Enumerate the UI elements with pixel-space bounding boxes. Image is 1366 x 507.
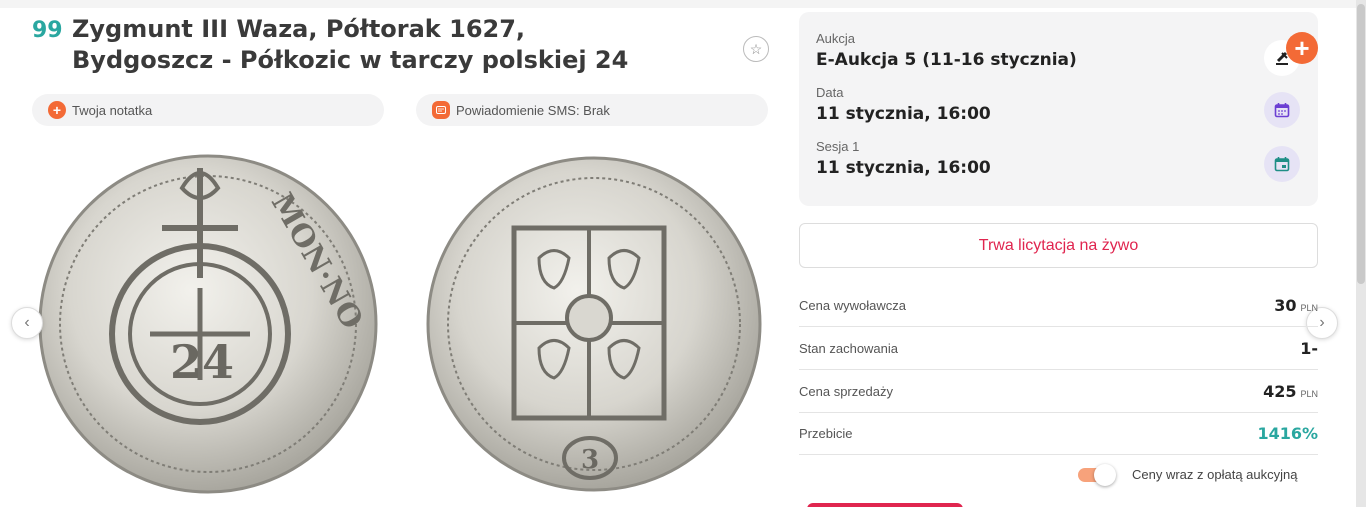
- value-text: 425: [1263, 381, 1297, 401]
- live-bidding-button[interactable]: Trwa licytacja na żywo: [799, 223, 1318, 268]
- row-label: Cena wywoławcza: [799, 297, 906, 313]
- coin-obverse-image[interactable]: 24 MON·NO: [32, 148, 384, 500]
- plus-icon: +: [1294, 33, 1310, 63]
- top-divider: [0, 0, 1366, 8]
- sms-notification-button[interactable]: Powiadomienie SMS: Brak: [416, 94, 768, 126]
- lot-title: Zygmunt III Waza, Półtorak 1627, Bydgosz…: [72, 14, 672, 76]
- condition-row: Stan zachowania 1-: [799, 327, 1318, 370]
- favorite-star-button[interactable]: ☆: [743, 36, 769, 62]
- note-button[interactable]: + Twoja notatka: [32, 94, 384, 126]
- session-value: 11 stycznia, 16:00: [816, 158, 991, 178]
- note-label: Twoja notatka: [72, 102, 153, 118]
- currency-unit: PLN: [1300, 302, 1318, 313]
- star-icon: ☆: [749, 40, 763, 57]
- prev-lot-button[interactable]: ‹: [11, 307, 43, 339]
- lot-title-line1: Zygmunt III Waza, Półtorak 1627,: [72, 15, 526, 43]
- scrollbar-thumb[interactable]: [1357, 4, 1365, 284]
- date-value: 11 stycznia, 16:00: [816, 104, 991, 124]
- row-label: Cena sprzedaży: [799, 383, 893, 399]
- sale-price-row: Cena sprzedaży 425 PLN: [799, 370, 1318, 413]
- chevron-right-icon: ›: [1319, 314, 1325, 331]
- row-label: Przebicie: [799, 425, 853, 441]
- row-value: 1-: [1300, 338, 1318, 358]
- row-value: 425 PLN: [1263, 382, 1318, 401]
- svg-text:3: 3: [581, 445, 599, 475]
- auction-value[interactable]: E-Aukcja 5 (11-16 stycznia): [816, 50, 1077, 70]
- add-to-observed-button[interactable]: +: [1286, 32, 1318, 64]
- svg-text:24: 24: [170, 335, 234, 389]
- plus-icon: +: [48, 101, 66, 119]
- bid-button-edge[interactable]: [807, 503, 963, 507]
- sms-label: Powiadomienie SMS: Brak: [456, 102, 610, 118]
- sms-icon: [432, 101, 450, 119]
- fee-toggle-label: Ceny wraz z opłatą aukcyjną: [1132, 467, 1298, 482]
- calendar-event-icon[interactable]: [1264, 146, 1300, 182]
- lot-title-line2: Bydgoszcz - Półkozic w tarczy polskiej 2…: [72, 46, 629, 74]
- row-value: 30 PLN: [1274, 296, 1318, 315]
- fee-toggle-switch[interactable]: [1078, 463, 1116, 486]
- date-label: Data: [816, 85, 844, 100]
- currency-unit: PLN: [1300, 388, 1318, 399]
- page-scrollbar[interactable]: [1356, 0, 1366, 507]
- calendar-icon[interactable]: [1264, 92, 1300, 128]
- coin-reverse-image[interactable]: 3: [414, 148, 766, 500]
- toggle-knob[interactable]: [1094, 463, 1116, 486]
- row-value: 1416%: [1257, 423, 1318, 443]
- value-text: 30: [1274, 295, 1297, 315]
- fee-toggle-row: Ceny wraz z opłatą aukcyjną: [1078, 463, 1298, 486]
- lot-number: 99: [32, 18, 63, 43]
- auction-info-card: Aukcja E-Aukcja 5 (11-16 stycznia) Data …: [799, 12, 1318, 206]
- row-label: Stan zachowania: [799, 340, 899, 356]
- session-label: Sesja 1: [816, 139, 860, 154]
- chevron-left-icon: ‹: [24, 314, 30, 331]
- starting-price-row: Cena wywoławcza 30 PLN: [799, 284, 1318, 327]
- overbid-row: Przebicie 1416%: [799, 412, 1318, 455]
- auction-label: Aukcja: [816, 31, 856, 46]
